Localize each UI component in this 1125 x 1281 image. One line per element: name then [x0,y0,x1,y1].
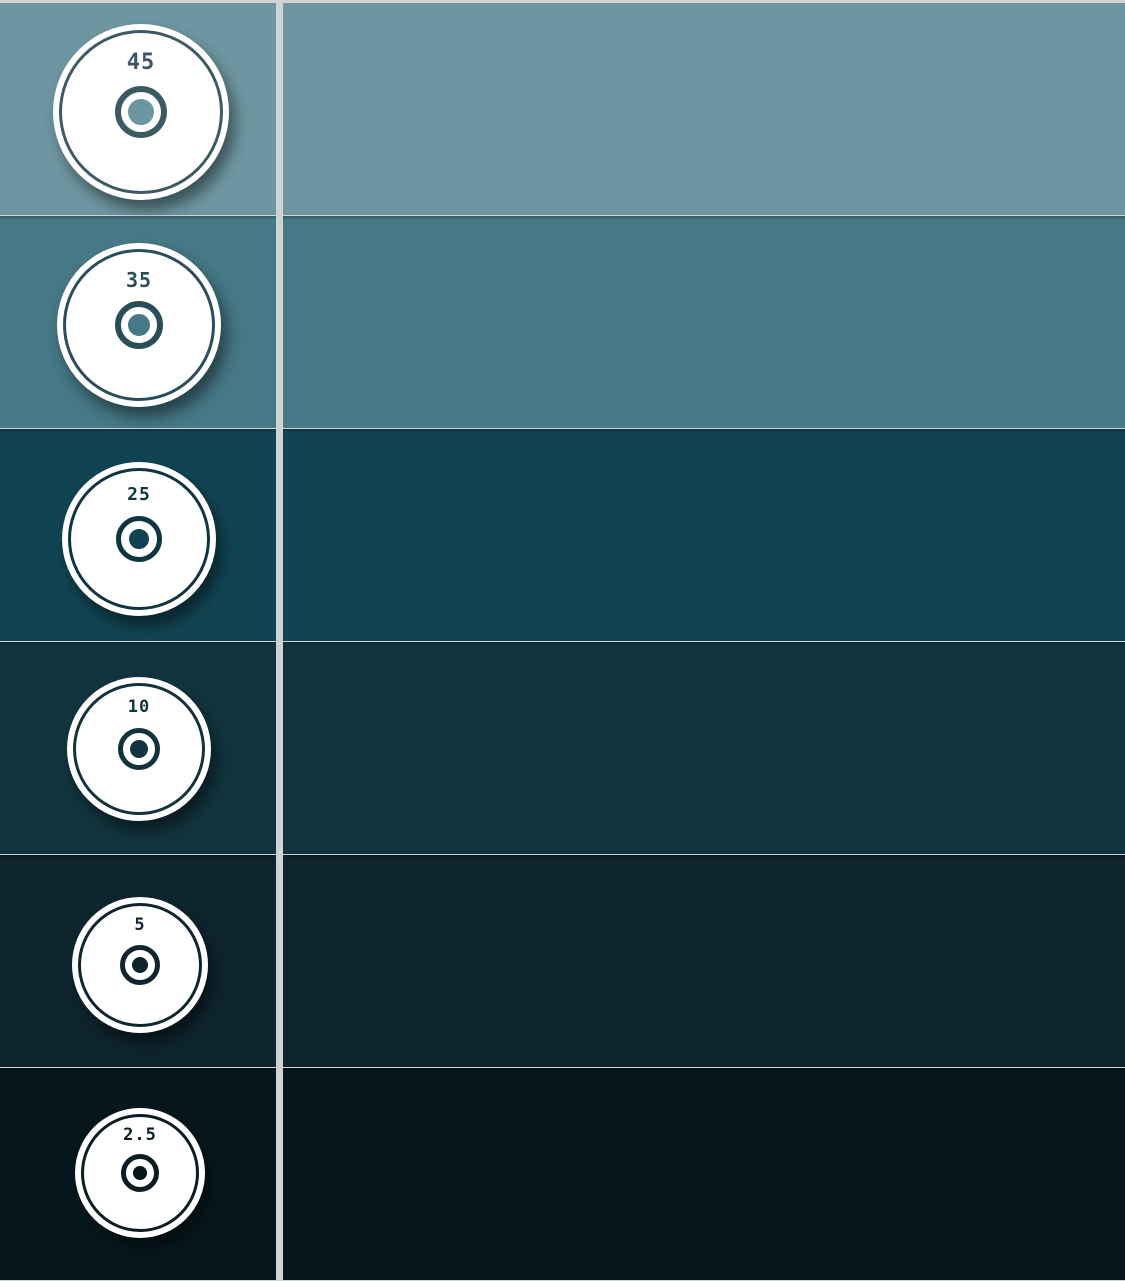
plate-center-hole [127,737,151,761]
plate-weight-label: 25 [127,484,151,505]
row-divider-shadow [283,216,1125,220]
plate-row-25[interactable]: 25 [0,429,1125,641]
plate-cell[interactable]: 35 [0,216,276,428]
row-divider-shadow [283,642,1125,646]
row-divider-shadow [0,429,276,433]
plate-rows: 45 35 25 10 5 2.5 [0,3,1125,1280]
plate-row-2-5[interactable]: 2.5 [0,1068,1125,1280]
row-divider-shadow [0,1068,276,1072]
row-divider-shadow [0,855,276,859]
plate-row-35[interactable]: 35 [0,216,1125,428]
plate-center-hole [126,526,152,552]
weight-plate-icon[interactable]: 2.5 [75,1108,205,1238]
weight-plate-icon[interactable]: 25 [62,462,216,616]
row-divider-shadow [283,429,1125,433]
weight-plate-icon[interactable]: 35 [57,243,221,407]
plate-bar-area[interactable] [283,855,1125,1067]
row-divider-shadow [283,1068,1125,1072]
plate-row-10[interactable]: 10 [0,642,1125,854]
plate-weight-label: 10 [127,697,151,717]
plate-row-5[interactable]: 5 [0,855,1125,1067]
row-divider-shadow [0,216,276,220]
weight-plate-icon[interactable]: 10 [67,677,211,821]
plate-weight-label: 35 [125,268,153,292]
plate-cell[interactable]: 45 [0,3,276,215]
row-divider-shadow [283,855,1125,859]
plate-cell[interactable]: 5 [0,855,276,1067]
plate-weight-label: 5 [134,915,146,935]
plate-bar-area[interactable] [283,1068,1125,1280]
plate-center-hole [129,954,151,976]
weight-plate-icon[interactable]: 5 [72,897,208,1033]
row-divider-shadow [0,642,276,646]
plate-row-45[interactable]: 45 [0,3,1125,215]
plate-cell[interactable]: 10 [0,642,276,854]
plate-bar-area[interactable] [283,642,1125,854]
plate-selector-screen: 45 35 25 10 5 2.5 [0,0,1125,1281]
plate-center-hole [130,1163,150,1183]
weight-plate-icon[interactable]: 45 [53,24,229,200]
plate-bar-area[interactable] [283,3,1125,215]
plate-cell[interactable]: 2.5 [0,1068,276,1280]
plate-bar-area[interactable] [283,429,1125,641]
plate-weight-label: 45 [126,50,156,75]
plate-weight-label: 2.5 [123,1125,157,1145]
plate-center-hole [125,311,153,339]
plate-center-hole [125,96,157,128]
plate-cell[interactable]: 25 [0,429,276,641]
plate-bar-area[interactable] [283,216,1125,428]
